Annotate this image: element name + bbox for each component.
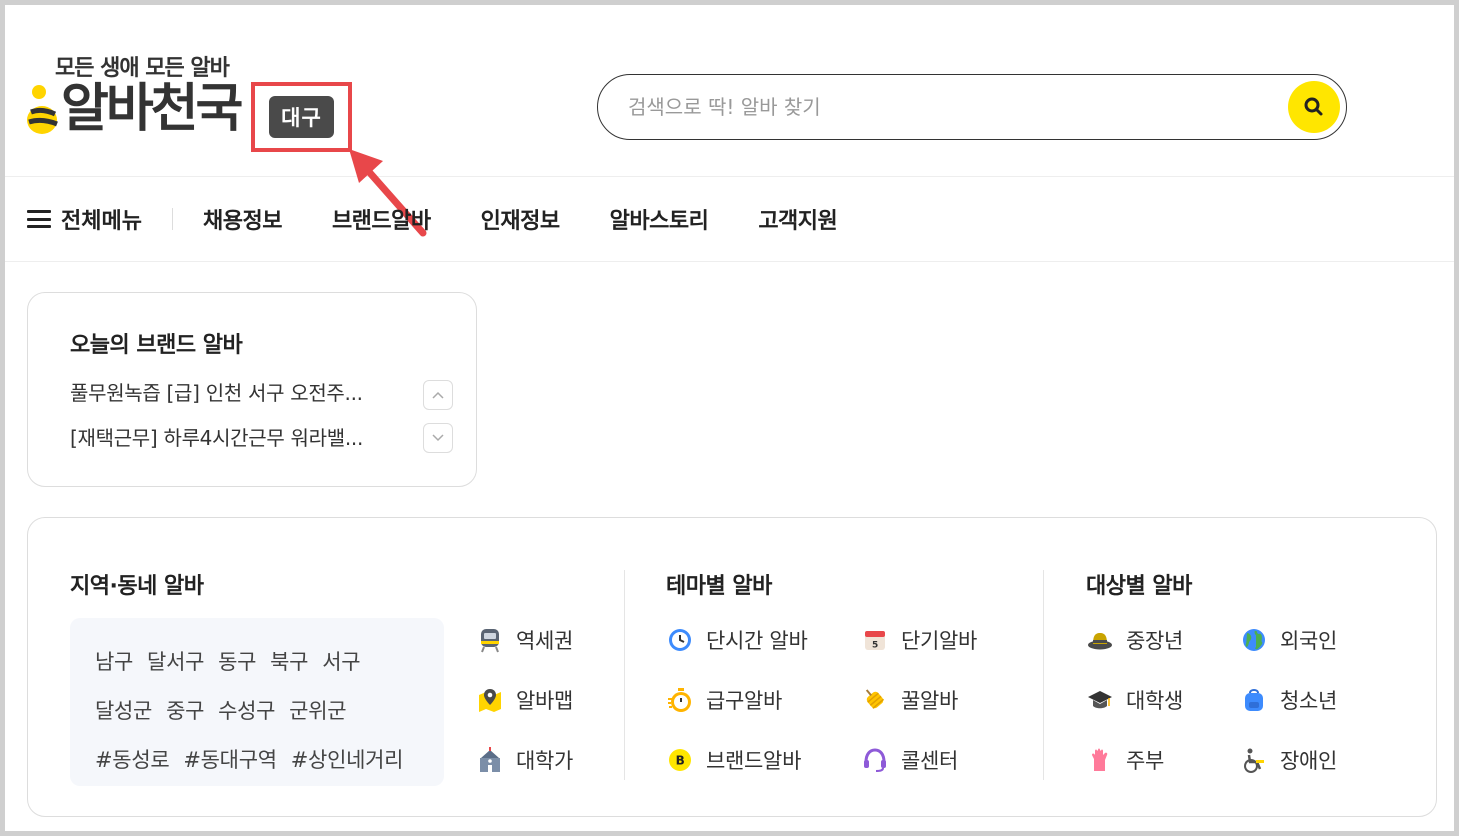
bee-logo-icon <box>25 80 59 138</box>
svg-text:5: 5 <box>872 641 878 651</box>
cat-label: 대학가 <box>516 749 574 773</box>
cat-label: 브랜드알바 <box>706 749 802 773</box>
brand-card-title: 오늘의 브랜드 알바 <box>70 333 243 358</box>
search-bar <box>597 74 1347 140</box>
region-row: 달성군 중구 수성구 군위군 <box>95 685 444 734</box>
search-button[interactable] <box>1288 81 1340 133</box>
hat-icon <box>1086 626 1114 654</box>
hashtag-link[interactable]: #동성로 <box>95 744 170 774</box>
cat-label: 중장년 <box>1126 629 1184 653</box>
cat-callcenter[interactable]: 콜센터 <box>861 745 958 775</box>
globe-icon <box>1240 626 1268 654</box>
theme-col-title: 테마별 알바 <box>666 574 772 599</box>
nav-item-support[interactable]: 고객지원 <box>758 203 837 235</box>
region-link[interactable]: 서구 <box>322 646 360 676</box>
logo-text: 알바천국 <box>61 79 243 139</box>
region-badge[interactable]: 대구 <box>269 96 334 138</box>
region-link[interactable]: 달성군 <box>95 695 152 725</box>
target-col-title: 대상별 알바 <box>1086 574 1192 599</box>
region-area-box: 남구 달서구 동구 북구 서구 달성군 중구 수성구 군위군 #동성로 #동대구… <box>70 618 444 786</box>
search-input[interactable] <box>628 95 1268 119</box>
region-link[interactable]: 중구 <box>166 695 204 725</box>
region-link[interactable]: 달서구 <box>147 646 204 676</box>
logo-tagline: 모든 생애 모든 알바 <box>55 56 230 81</box>
scroll-down-button[interactable] <box>423 423 453 453</box>
cat-middle-aged[interactable]: 중장년 <box>1086 625 1183 655</box>
graduation-cap-icon <box>1086 686 1114 714</box>
nav-item-brand[interactable]: 브랜드알바 <box>332 203 431 235</box>
region-highlight-box: 대구 <box>251 82 352 152</box>
hamburger-icon <box>27 210 51 228</box>
region-link[interactable]: 북구 <box>270 646 308 676</box>
cat-map[interactable]: 알바맵 <box>476 685 573 715</box>
nav-item-story[interactable]: 알바스토리 <box>610 203 709 235</box>
region-link[interactable]: 남구 <box>95 646 133 676</box>
rubber-glove-icon <box>1086 746 1114 774</box>
region-col-title: 지역·동네 알바 <box>70 574 204 599</box>
cat-label: 꿀알바 <box>901 689 959 713</box>
region-link[interactable]: 군위군 <box>289 695 346 725</box>
map-pin-icon <box>476 686 504 714</box>
cat-label: 대학생 <box>1126 689 1184 713</box>
hashtag-link[interactable]: #동대구역 <box>183 744 277 774</box>
cat-label: 급구알바 <box>706 689 783 713</box>
region-link[interactable]: 동구 <box>218 646 256 676</box>
headset-icon <box>861 746 889 774</box>
cat-label: 청소년 <box>1280 689 1338 713</box>
all-menu-button[interactable]: 전체메뉴 <box>27 208 173 234</box>
cat-honey[interactable]: 꿀알바 <box>861 685 958 715</box>
cat-disabled[interactable]: 장애인 <box>1240 745 1337 775</box>
cat-foreigner[interactable]: 외국인 <box>1240 625 1337 655</box>
column-divider <box>624 570 625 780</box>
scroll-up-button[interactable] <box>423 380 453 410</box>
main-nav: 전체메뉴 채용정보 브랜드알바 인재정보 알바스토리 고객지원 <box>5 177 1454 262</box>
school-icon <box>476 746 504 774</box>
page: 모든 생애 모든 알바 알바천국 대구 검색으로 딱! 알바 찾기 전체메뉴 채… <box>5 5 1454 831</box>
cat-label: 장애인 <box>1280 749 1338 773</box>
cat-teen[interactable]: 청소년 <box>1240 685 1337 715</box>
brand-list-item[interactable]: 풀무원녹즙 [급] 인천 서구 오전주... <box>70 375 400 420</box>
calendar-icon: 5 <box>861 626 889 654</box>
subway-icon <box>476 626 504 654</box>
brand-list-item[interactable]: [재택근무] 하루4시간근무 워라밸... <box>70 420 400 465</box>
nav-item-jobs[interactable]: 채용정보 <box>203 203 282 235</box>
cat-urgent[interactable]: 급구알바 <box>666 685 782 715</box>
category-card: 지역·동네 알바 남구 달서구 동구 북구 서구 달성군 중구 수성구 군위군 … <box>27 517 1437 817</box>
brand-jobs-card: 오늘의 브랜드 알바 풀무원녹즙 [급] 인천 서구 오전주... [재택근무]… <box>27 292 477 487</box>
nav-item-talent[interactable]: 인재정보 <box>481 203 560 235</box>
cat-label: 단기알바 <box>901 629 978 653</box>
column-divider <box>1043 570 1044 780</box>
site-header: 모든 생애 모든 알바 알바천국 대구 <box>5 5 1454 237</box>
region-row: #동성로 #동대구역 #상인네거리 <box>95 734 444 783</box>
cat-campus[interactable]: 대학가 <box>476 745 573 775</box>
region-row: 남구 달서구 동구 북구 서구 <box>95 636 444 685</box>
honey-icon <box>861 686 889 714</box>
cat-housewife[interactable]: 주부 <box>1086 745 1164 775</box>
backpack-icon <box>1240 686 1268 714</box>
cat-short-term[interactable]: 5 단기알바 <box>861 625 977 655</box>
cat-subway[interactable]: 역세권 <box>476 625 573 655</box>
stopwatch-icon <box>666 686 694 714</box>
brand-list: 풀무원녹즙 [급] 인천 서구 오전주... [재택근무] 하루4시간근무 워라… <box>70 375 452 465</box>
search-icon <box>1304 97 1323 116</box>
cat-brand[interactable]: B 브랜드알바 <box>666 745 801 775</box>
wheelchair-icon <box>1240 746 1268 774</box>
cat-short-time[interactable]: 단시간 알바 <box>666 625 808 655</box>
svg-text:B: B <box>676 754 685 768</box>
cat-label: 단시간 알바 <box>706 629 808 653</box>
all-menu-label: 전체메뉴 <box>61 209 142 234</box>
brand-b-icon: B <box>666 746 694 774</box>
logo[interactable]: 알바천국 <box>25 79 243 139</box>
chevron-down-icon <box>432 434 444 442</box>
region-link[interactable]: 수성구 <box>218 695 275 725</box>
clock-icon <box>666 626 694 654</box>
cat-college[interactable]: 대학생 <box>1086 685 1183 715</box>
chevron-up-icon <box>432 391 444 399</box>
cat-label: 콜센터 <box>901 749 959 773</box>
cat-label: 외국인 <box>1280 629 1338 653</box>
cat-label: 주부 <box>1126 749 1165 773</box>
cat-label: 역세권 <box>516 629 574 653</box>
hashtag-link[interactable]: #상인네거리 <box>291 744 404 774</box>
cat-label: 알바맵 <box>516 689 574 713</box>
